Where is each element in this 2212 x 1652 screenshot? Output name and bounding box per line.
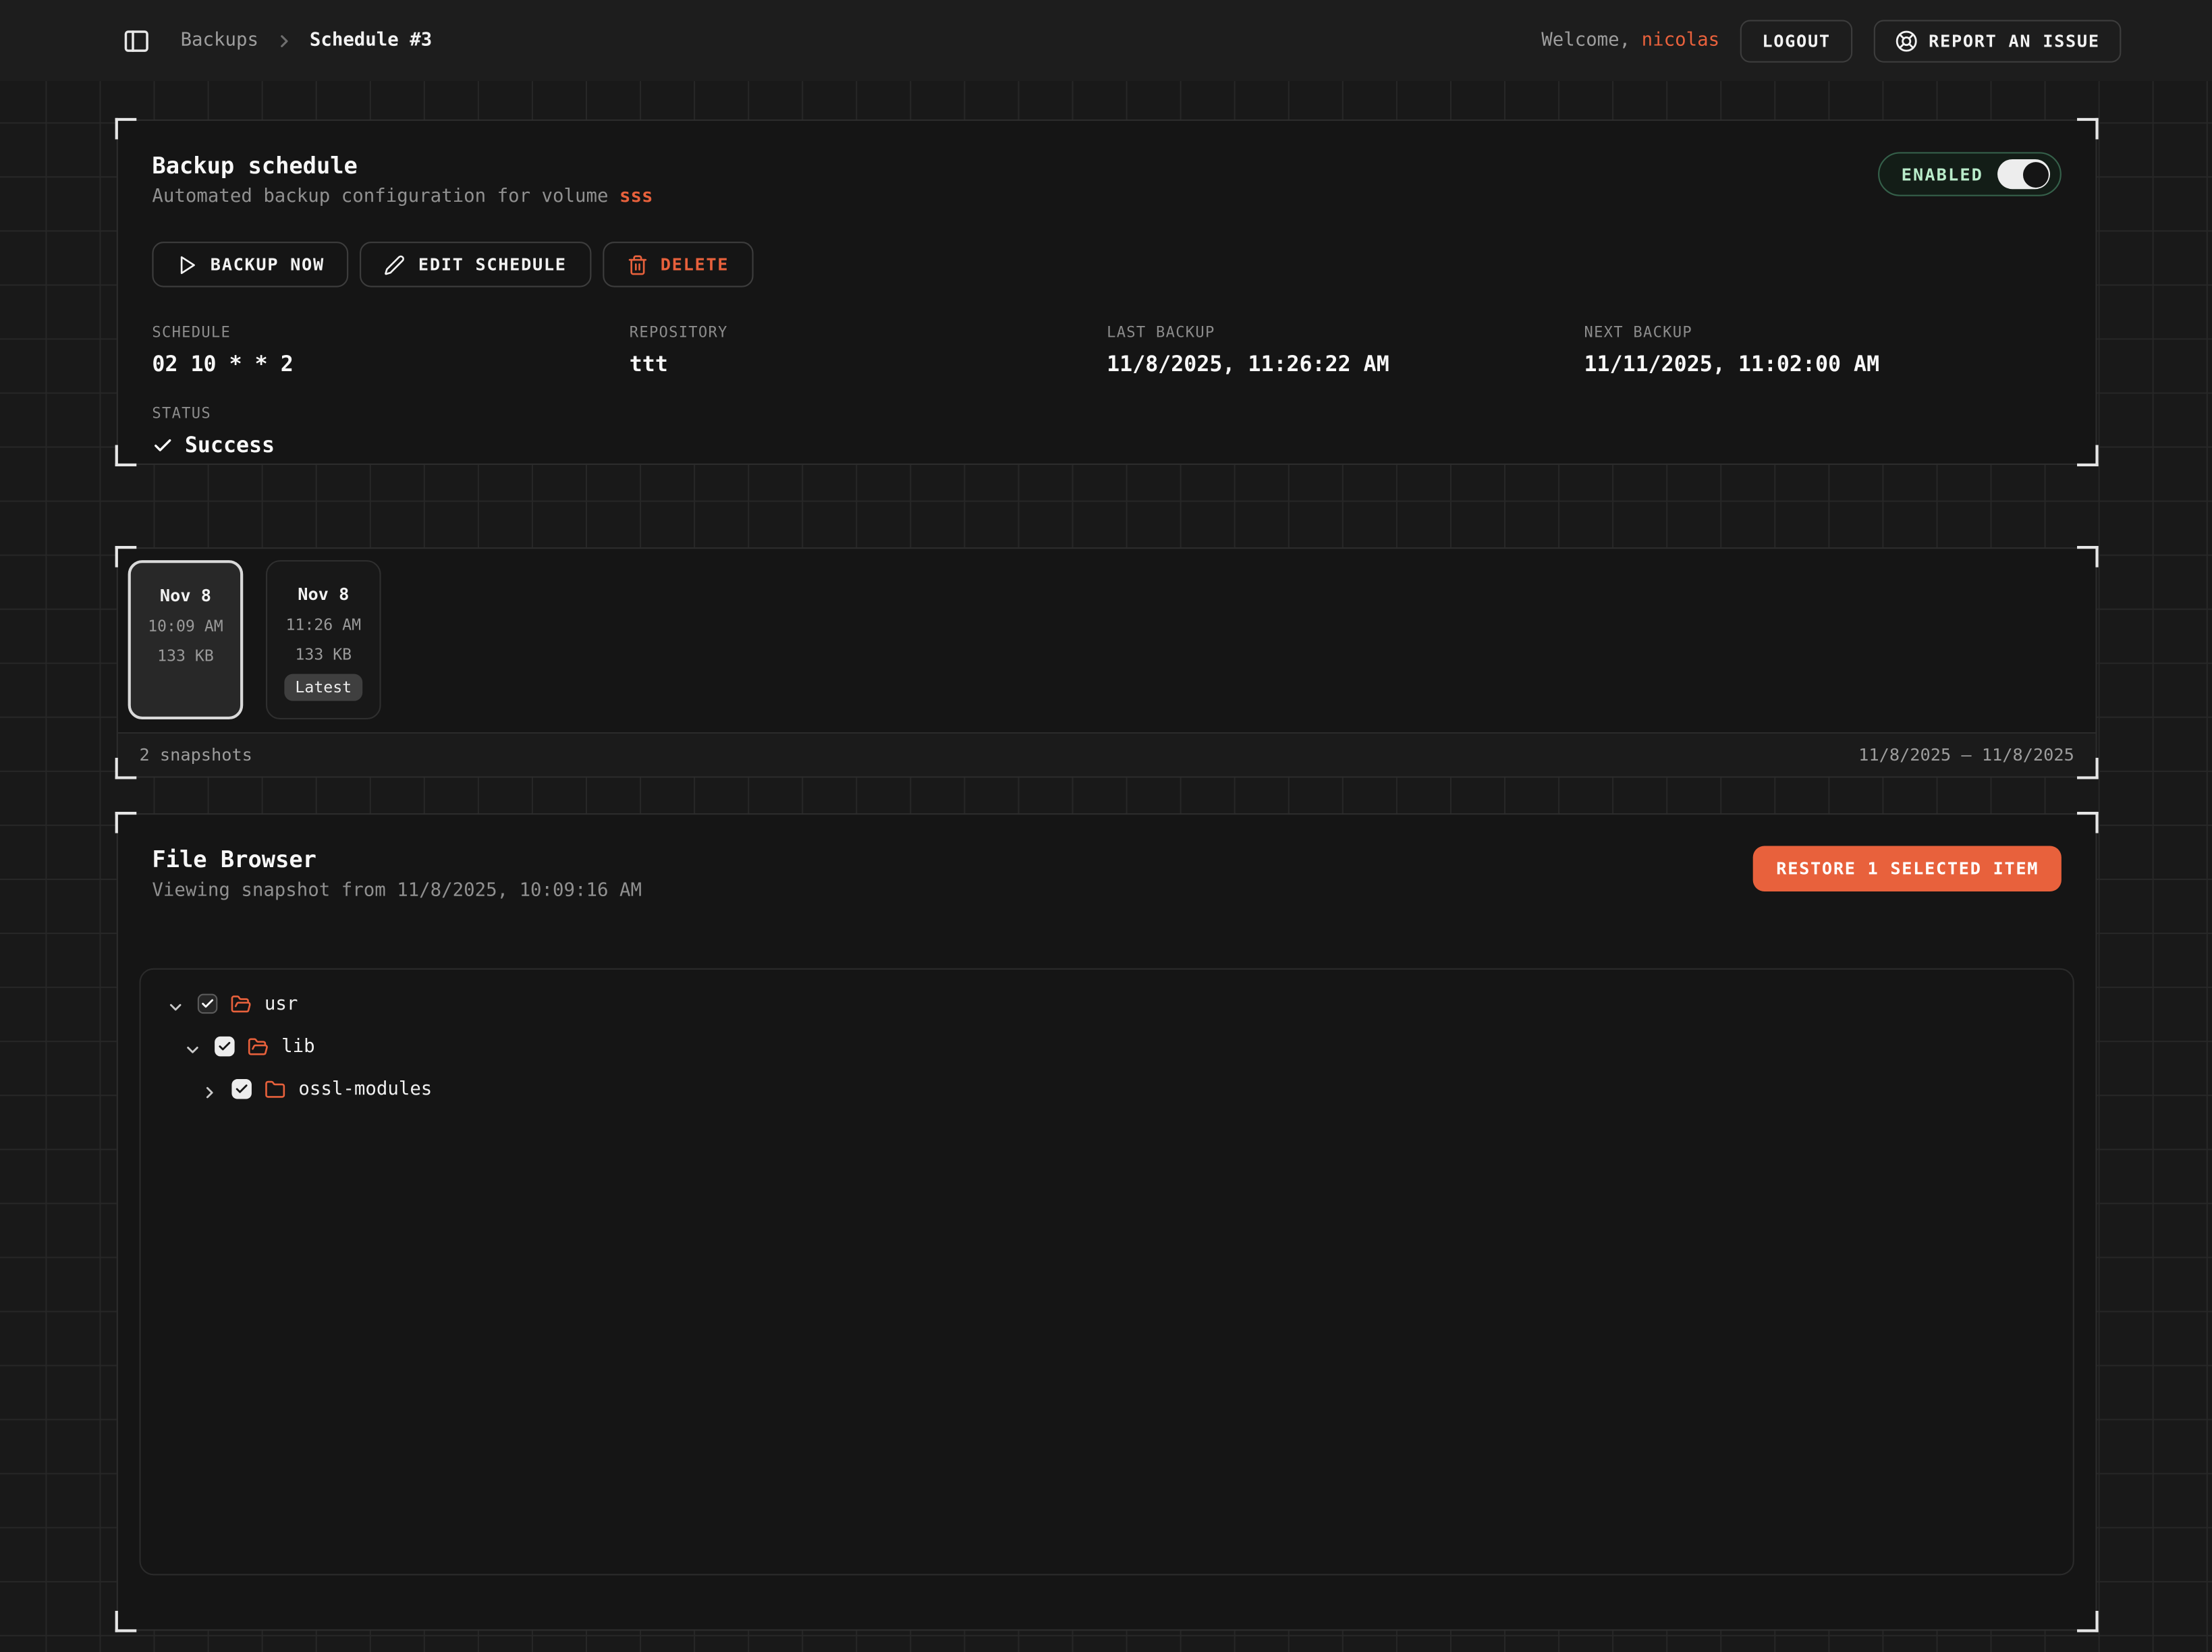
breadcrumb-current: Schedule #3 bbox=[310, 30, 432, 51]
corner-bracket bbox=[2077, 1611, 2099, 1632]
snapshot-date-range: 11/8/2025 – 11/8/2025 bbox=[1858, 745, 2074, 765]
snapshot-size: 133 KB bbox=[157, 647, 214, 665]
field-last-backup: LAST BACKUP 11/8/2025, 11:26:22 AM bbox=[1107, 324, 1584, 377]
file-browser-subtitle: Viewing snapshot from 11/8/2025, 10:09:1… bbox=[152, 880, 642, 902]
file-browser-panel: File Browser Viewing snapshot from 11/8/… bbox=[117, 813, 2097, 1630]
field-schedule: SCHEDULE 02 10 * * 2 bbox=[152, 324, 629, 377]
snapshot-time: 10:09 AM bbox=[148, 617, 223, 635]
field-label: REPOSITORY bbox=[630, 324, 1107, 341]
schedule-panel-subtitle: Automated backup configuration for volum… bbox=[152, 186, 653, 208]
logout-button[interactable]: LOGOUT bbox=[1741, 19, 1852, 61]
check-icon bbox=[152, 435, 173, 456]
checkbox-checked[interactable] bbox=[231, 1079, 251, 1099]
corner-bracket bbox=[115, 1611, 137, 1632]
snapshot-time: 11:26 AM bbox=[285, 615, 361, 634]
chevron-right-icon bbox=[274, 30, 294, 50]
restore-button[interactable]: RESTORE 1 SELECTED ITEM bbox=[1754, 846, 2062, 891]
breadcrumb-backups[interactable]: Backups bbox=[181, 30, 258, 51]
tree-row-lib[interactable]: lib bbox=[141, 1025, 2073, 1068]
field-next-backup: NEXT BACKUP 11/11/2025, 11:02:00 AM bbox=[1584, 324, 2062, 377]
delete-button[interactable]: DELETE bbox=[602, 242, 753, 287]
report-issue-label: REPORT AN ISSUE bbox=[1929, 30, 2100, 50]
enabled-toggle-pill[interactable]: ENABLED bbox=[1879, 152, 2062, 196]
tree-item-label: ossl-modules bbox=[298, 1078, 432, 1100]
snapshot-count: 2 snapshots bbox=[139, 745, 252, 765]
app-window: Backups Schedule #3 Welcome, nicolas LOG… bbox=[0, 0, 2212, 1652]
field-value: 11/8/2025, 11:26:22 AM bbox=[1107, 351, 1584, 377]
folder-open-icon bbox=[230, 993, 252, 1015]
top-bar-right: Welcome, nicolas LOGOUT REPORT AN ISSUE bbox=[1541, 19, 2121, 61]
backup-now-label: BACKUP NOW bbox=[211, 254, 325, 274]
chevron-down-icon[interactable] bbox=[166, 995, 184, 1013]
snapshot-cards: Nov 8 10:09 AM 133 KB Nov 8 11:26 AM 133… bbox=[118, 549, 2096, 719]
field-label: LAST BACKUP bbox=[1107, 324, 1584, 341]
schedule-panel-title: Backup schedule bbox=[152, 152, 653, 179]
switch-knob bbox=[2022, 161, 2048, 187]
panel-heading: Backup schedule Automated backup configu… bbox=[152, 152, 653, 207]
snapshot-card[interactable]: Nov 8 11:26 AM 133 KB Latest bbox=[266, 560, 381, 719]
welcome-prefix: Welcome, bbox=[1541, 30, 1641, 51]
checkbox-checked[interactable] bbox=[215, 1037, 234, 1056]
field-status: STATUS Success bbox=[118, 377, 2096, 458]
breadcrumb: Backups Schedule #3 bbox=[181, 30, 433, 51]
pencil-icon bbox=[384, 254, 406, 275]
delete-label: DELETE bbox=[661, 254, 729, 274]
field-value: ttt bbox=[630, 351, 1107, 377]
file-tree: usr lib bbox=[139, 968, 2074, 1576]
subtitle-prefix: Automated backup configuration for volum… bbox=[152, 186, 619, 208]
tree-row-ossl-modules[interactable]: ossl-modules bbox=[141, 1068, 2073, 1110]
tree-item-label: usr bbox=[265, 993, 298, 1015]
screen: Backups Schedule #3 Welcome, nicolas LOG… bbox=[0, 0, 2212, 1652]
tree-row-usr[interactable]: usr bbox=[141, 983, 2073, 1025]
tree-item-label: lib bbox=[281, 1036, 314, 1057]
edit-schedule-button[interactable]: EDIT SCHEDULE bbox=[360, 242, 591, 287]
sidebar-toggle-icon[interactable] bbox=[122, 26, 150, 55]
field-value: 02 10 * * 2 bbox=[152, 351, 629, 377]
status-value: Success bbox=[152, 432, 2061, 458]
main-canvas: Backup schedule Automated backup configu… bbox=[0, 81, 2212, 1652]
play-icon bbox=[176, 254, 198, 275]
snapshot-date: Nov 8 bbox=[298, 584, 349, 604]
checkbox-checked[interactable] bbox=[198, 994, 217, 1014]
status-label: STATUS bbox=[152, 405, 2061, 422]
schedule-actions: BACKUP NOW EDIT SCHEDULE DELETE bbox=[118, 208, 2096, 287]
folder-open-icon bbox=[248, 1036, 269, 1057]
backup-schedule-panel: Backup schedule Automated backup configu… bbox=[117, 119, 2097, 465]
snapshot-date: Nov 8 bbox=[160, 586, 211, 605]
status-text: Success bbox=[185, 432, 275, 458]
trash-icon bbox=[626, 254, 648, 275]
chevron-down-icon[interactable] bbox=[184, 1037, 202, 1055]
backup-now-button[interactable]: BACKUP NOW bbox=[152, 242, 348, 287]
edit-schedule-label: EDIT SCHEDULE bbox=[418, 254, 567, 274]
snapshot-timeline-panel: Nov 8 10:09 AM 133 KB Nov 8 11:26 AM 133… bbox=[117, 547, 2097, 777]
field-value: 11/11/2025, 11:02:00 AM bbox=[1584, 351, 2062, 377]
folder-icon bbox=[265, 1078, 286, 1100]
enabled-switch[interactable] bbox=[1997, 159, 2050, 189]
welcome-text: Welcome, nicolas bbox=[1541, 30, 1719, 51]
panel-heading: File Browser Viewing snapshot from 11/8/… bbox=[152, 846, 642, 902]
field-repository: REPOSITORY ttt bbox=[630, 324, 1107, 377]
volume-name: sss bbox=[619, 186, 653, 208]
schedule-fields: SCHEDULE 02 10 * * 2 REPOSITORY ttt LAST… bbox=[118, 287, 2096, 377]
snapshot-size: 133 KB bbox=[295, 645, 352, 663]
timeline-footer-bar: 2 snapshots 11/8/2025 – 11/8/2025 bbox=[118, 732, 2096, 776]
top-bar: Backups Schedule #3 Welcome, nicolas LOG… bbox=[0, 0, 2212, 81]
enabled-label: ENABLED bbox=[1902, 164, 1983, 184]
field-label: NEXT BACKUP bbox=[1584, 324, 2062, 341]
logout-label: LOGOUT bbox=[1762, 30, 1830, 50]
file-browser-title: File Browser bbox=[152, 846, 642, 873]
life-buoy-icon bbox=[1895, 29, 1918, 52]
field-label: SCHEDULE bbox=[152, 324, 629, 341]
snapshot-card-selected[interactable]: Nov 8 10:09 AM 133 KB bbox=[128, 560, 244, 719]
chevron-right-icon[interactable] bbox=[200, 1080, 219, 1098]
latest-badge: Latest bbox=[284, 674, 363, 701]
username: nicolas bbox=[1642, 30, 1719, 51]
report-issue-button[interactable]: REPORT AN ISSUE bbox=[1873, 19, 2121, 61]
